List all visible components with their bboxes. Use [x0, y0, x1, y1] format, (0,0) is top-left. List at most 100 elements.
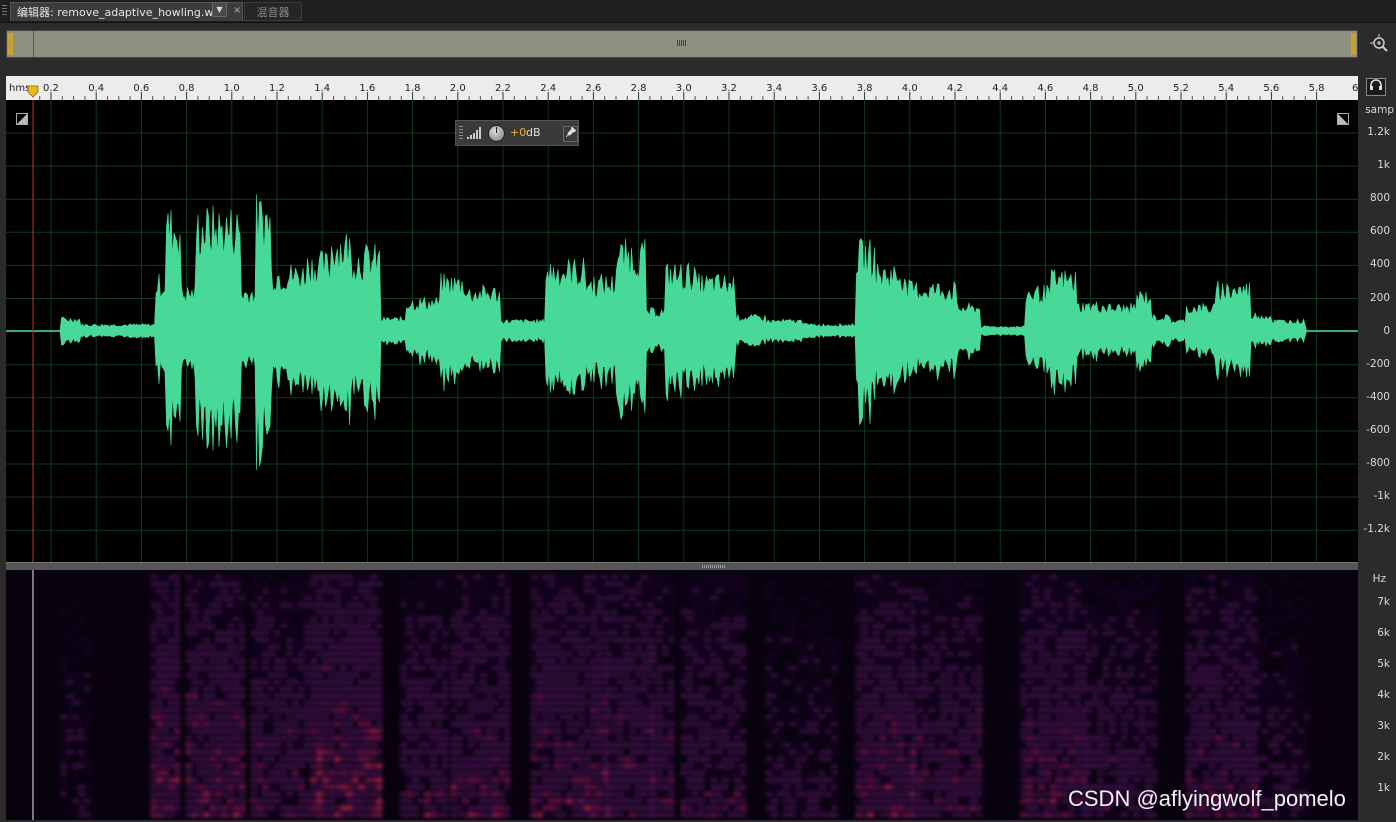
panel-grip[interactable]: [2, 5, 7, 17]
spectral-cell: [431, 750, 436, 754]
spectral-cell: [947, 666, 952, 670]
gain-hud[interactable]: +0 dB: [455, 120, 579, 146]
overview-center-grip[interactable]: [677, 40, 687, 46]
spectral-cell: [163, 687, 168, 691]
spectral-cell: [699, 799, 704, 803]
spectral-cell: [1051, 596, 1056, 600]
spectral-cell: [663, 701, 668, 705]
spectral-cell: [790, 757, 795, 761]
spectral-cell: [880, 575, 885, 579]
spectral-cell: [1098, 764, 1103, 768]
spectral-cell: [971, 610, 976, 614]
spectral-cell: [705, 708, 710, 712]
spectral-cell: [341, 673, 346, 677]
spectral-cell: [874, 687, 879, 691]
spectral-cell: [1081, 736, 1086, 740]
fade-in-handle[interactable]: [16, 113, 28, 125]
spectral-cell: [612, 659, 617, 663]
spectral-cell: [169, 582, 174, 586]
spectrogram-canvas[interactable]: [6, 570, 1358, 820]
spectral-cell: [457, 778, 462, 782]
time-ruler[interactable]: hms 6 0.2 0.4 0.6 0.8 1.0 1.2 1.4 1.6 1.8 2.0 2.2 2…: [6, 76, 1358, 101]
spectral-cell: [832, 792, 837, 796]
panel-divider[interactable]: [6, 562, 1358, 570]
spectral-cell: [923, 596, 928, 600]
spectral-cell: [814, 603, 819, 607]
spectral-cell: [741, 624, 746, 628]
hud-grip[interactable]: [459, 126, 463, 140]
spectral-cell: [186, 764, 191, 768]
spectral-cell: [711, 694, 716, 698]
spectral-cell: [1116, 603, 1121, 607]
gain-unit: dB: [526, 126, 541, 139]
spectral-cell: [1081, 701, 1086, 705]
monitor-button[interactable]: [1366, 78, 1386, 96]
spectral-cell: [705, 736, 710, 740]
spectral-cell: [1063, 757, 1068, 761]
spectral-cell: [287, 666, 292, 670]
spectral-cell: [61, 743, 66, 747]
gain-knob[interactable]: [488, 125, 505, 142]
spectral-cell: [624, 736, 629, 740]
divider-grip[interactable]: [702, 565, 726, 568]
zoom-button[interactable]: [1368, 34, 1390, 56]
spectral-cell: [935, 750, 940, 754]
spectral-cell: [947, 799, 952, 803]
spectral-cell: [1081, 631, 1086, 635]
spectral-cell: [240, 694, 245, 698]
spectral-cell: [257, 778, 262, 782]
spectral-cell: [163, 652, 168, 656]
spectral-cell: [1045, 750, 1050, 754]
spectral-cell: [772, 694, 777, 698]
spectral-cell: [549, 701, 554, 705]
spectral-cell: [820, 736, 825, 740]
spectral-cell: [1063, 694, 1068, 698]
spectral-cell: [73, 736, 78, 740]
spectral-cell: [431, 666, 436, 670]
spectral-cell: [1069, 736, 1074, 740]
spectral-cell: [305, 722, 310, 726]
spectral-cell: [1057, 729, 1062, 733]
pin-button[interactable]: [563, 126, 578, 142]
spectral-cell: [612, 701, 617, 705]
spectral-cell: [443, 652, 448, 656]
playhead-marker-icon[interactable]: [27, 85, 39, 98]
spectral-cell: [555, 624, 560, 628]
spectral-cell: [210, 722, 215, 726]
spectral-cell: [67, 764, 72, 768]
spectral-cell: [693, 673, 698, 677]
spectral-cell: [222, 645, 227, 649]
tab-mixer[interactable]: 混音器: [244, 2, 302, 21]
waveform-display[interactable]: [6, 100, 1358, 562]
overview-right-handle[interactable]: [1351, 33, 1356, 55]
spectral-cell: [443, 596, 448, 600]
overview-navigator[interactable]: [6, 30, 1358, 58]
waveform-canvas[interactable]: [6, 100, 1358, 562]
spectral-cell: [862, 631, 867, 635]
spectral-cell: [365, 764, 370, 768]
spectral-cell: [329, 624, 334, 628]
gain-value[interactable]: +0: [510, 126, 526, 139]
spectral-cell: [729, 806, 734, 810]
spectral-cell: [216, 743, 221, 747]
tab-dropdown-button[interactable]: ▼: [212, 2, 227, 17]
spectral-cell: [917, 708, 922, 712]
tab-editor[interactable]: 编辑器: remove_adaptive_howling.wav: [10, 2, 243, 21]
spectral-cell: [606, 792, 611, 796]
spectral-cell: [257, 631, 262, 635]
spectral-cell: [175, 596, 180, 600]
spectral-display[interactable]: [6, 570, 1358, 820]
spectral-cell: [597, 750, 602, 754]
spectral-cell: [630, 778, 635, 782]
spectral-cell: [425, 764, 430, 768]
overview-left-handle[interactable]: [8, 33, 13, 55]
spectral-cell: [778, 750, 783, 754]
amplitude-scale[interactable]: samp 1.2k 1k 800 600 400 200 0 -200 -400 -600 -800…: [1358, 100, 1396, 562]
spectral-cell: [693, 645, 698, 649]
spectral-cell: [407, 596, 412, 600]
fade-out-handle[interactable]: [1337, 113, 1349, 125]
spectral-cell: [832, 778, 837, 782]
tab-close-icon[interactable]: ×: [233, 5, 241, 16]
spectral-cell: [222, 736, 227, 740]
spectral-cell: [198, 645, 203, 649]
